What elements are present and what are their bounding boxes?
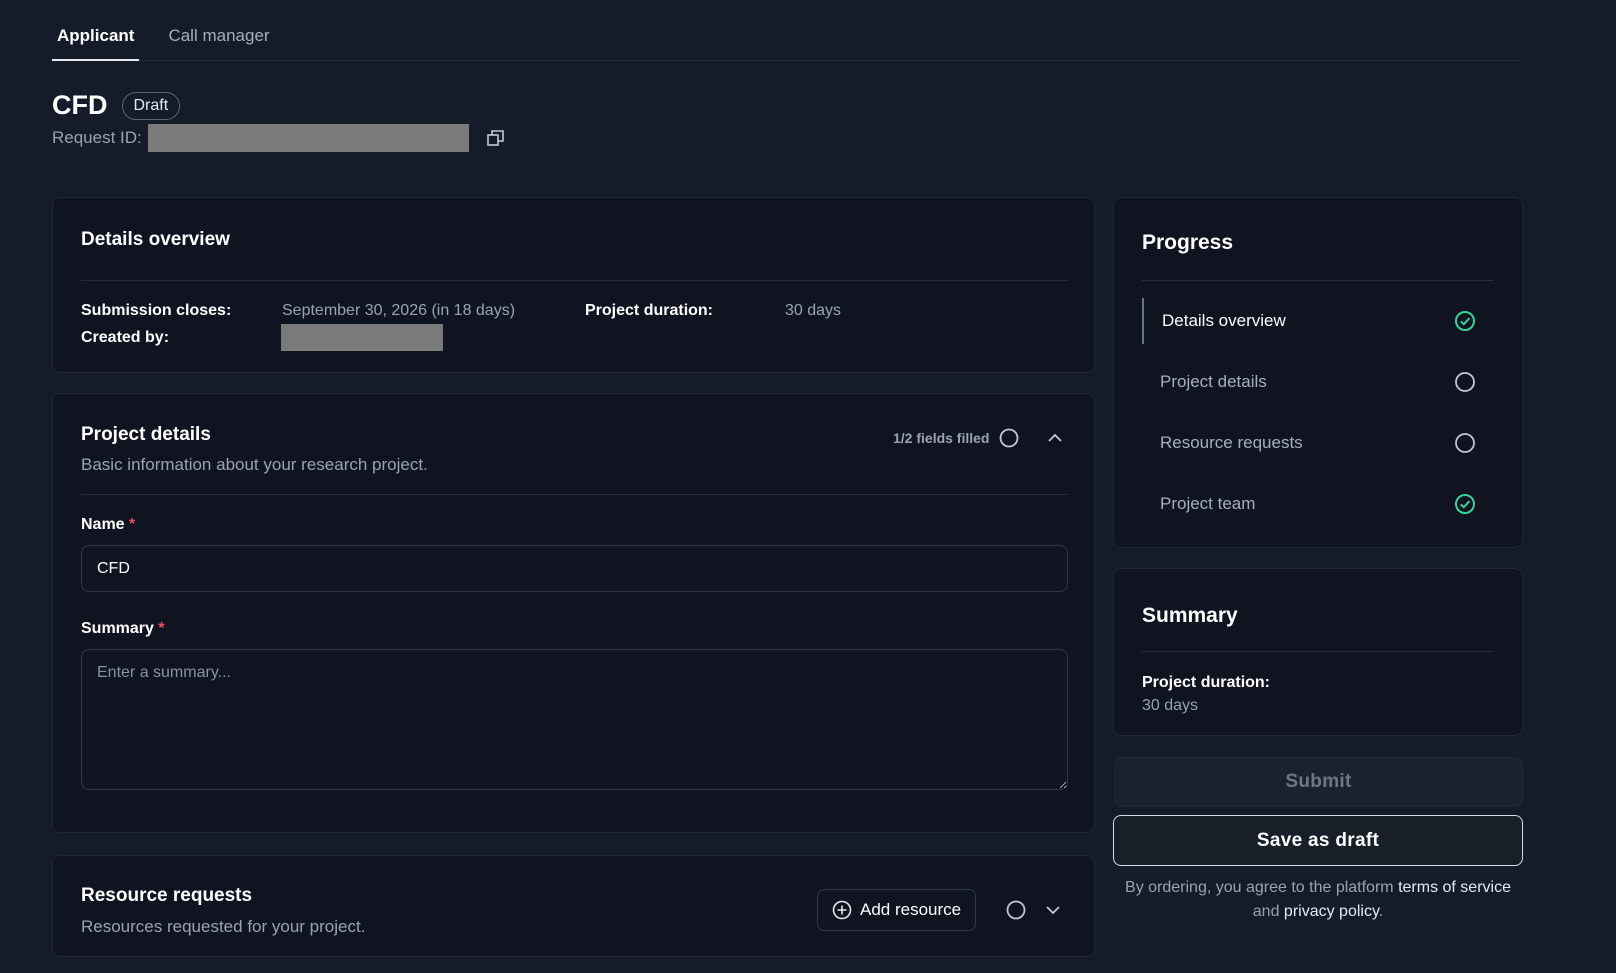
divider <box>1142 651 1494 652</box>
summary-duration-label: Project duration: <box>1142 674 1271 691</box>
name-label: Name * <box>81 516 135 534</box>
check-circle-icon <box>1455 494 1475 514</box>
resource-requests-title: Resource requests <box>81 885 253 906</box>
divider <box>81 280 1068 281</box>
progress-step-project-details[interactable]: Project details <box>1142 359 1478 405</box>
incomplete-circle-icon <box>1006 900 1026 920</box>
divider <box>81 494 1068 495</box>
resource-requests-subtitle: Resources requested for your project. <box>81 917 366 936</box>
add-resource-button[interactable]: Add resource <box>817 889 977 931</box>
terms-prefix: By ordering, you agree to the platform <box>1125 879 1399 896</box>
terms-suffix: . <box>1378 903 1384 920</box>
progress-step-resource-requests[interactable]: Resource requests <box>1142 420 1478 466</box>
incomplete-circle-icon <box>1000 428 1019 448</box>
required-mark: * <box>158 620 165 637</box>
fields-filled-text: 1/2 fields filled <box>893 430 990 446</box>
tab-call-manager[interactable]: Call manager <box>163 18 274 61</box>
progress-card: Progress Details overview Project detail… <box>1113 197 1523 548</box>
project-details-title: Project details <box>81 424 211 445</box>
step-label: Resource requests <box>1160 433 1303 452</box>
submission-closes-value: September 30, 2026 (in 18 days) <box>282 302 516 319</box>
name-label-text: Name <box>81 516 125 533</box>
submission-closes-label: Submission closes: <box>81 302 232 319</box>
step-label: Project details <box>1160 372 1267 391</box>
step-label: Project team <box>1160 494 1256 513</box>
terms-text: By ordering, you agree to the platform t… <box>1113 876 1523 924</box>
terms-and: and <box>1252 903 1284 920</box>
plus-circle-icon <box>832 900 852 920</box>
step-label: Details overview <box>1162 311 1286 330</box>
empty-circle-icon <box>1455 433 1475 453</box>
progress-step-details-overview[interactable]: Details overview <box>1142 298 1478 344</box>
project-duration-value: 30 days <box>785 302 842 319</box>
tab-bar: Applicant Call manager <box>52 18 1522 61</box>
progress-step-project-team[interactable]: Project team <box>1142 481 1478 527</box>
details-overview-card: Details overview Submission closes: Sept… <box>52 197 1095 373</box>
chevron-up-icon[interactable] <box>1045 428 1065 448</box>
progress-title: Progress <box>1142 231 1234 254</box>
project-details-subtitle: Basic information about your research pr… <box>81 455 428 474</box>
chevron-down-icon[interactable] <box>1043 900 1063 920</box>
summary-label-text: Summary <box>81 620 154 637</box>
created-by-label: Created by: <box>81 329 170 346</box>
request-id-redacted <box>147 124 469 152</box>
request-id-row: Request ID: <box>52 124 507 152</box>
divider <box>1142 280 1494 281</box>
created-by-redacted <box>281 324 443 351</box>
fields-status: 1/2 fields filled <box>893 428 1065 448</box>
name-input[interactable] <box>81 545 1068 592</box>
terms-link[interactable]: terms of service <box>1398 879 1511 896</box>
request-id-label: Request ID: <box>52 128 142 147</box>
add-resource-label: Add resource <box>860 900 962 919</box>
resource-requests-card: Resource requests Resources requested fo… <box>52 855 1095 957</box>
title-row: CFD Draft <box>52 90 181 121</box>
project-duration-label: Project duration: <box>585 302 714 319</box>
required-mark: * <box>129 516 136 533</box>
summary-title: Summary <box>1142 604 1238 627</box>
status-badge: Draft <box>121 91 181 120</box>
summary-label: Summary * <box>81 620 165 638</box>
summary-textarea[interactable] <box>81 649 1068 790</box>
submit-button[interactable]: Submit <box>1114 757 1523 807</box>
copy-icon[interactable] <box>485 127 507 149</box>
page-title: CFD <box>52 90 108 120</box>
summary-duration-value: 30 days <box>1142 697 1199 714</box>
privacy-link[interactable]: privacy policy <box>1284 903 1379 920</box>
check-circle-icon <box>1455 311 1475 331</box>
details-overview-title: Details overview <box>81 229 230 250</box>
tab-applicant[interactable]: Applicant <box>52 18 140 61</box>
project-details-card: Project details Basic information about … <box>52 393 1095 833</box>
summary-card: Summary Project duration: 30 days <box>1113 568 1523 736</box>
save-draft-button[interactable]: Save as draft <box>1113 815 1523 866</box>
empty-circle-icon <box>1455 372 1475 392</box>
